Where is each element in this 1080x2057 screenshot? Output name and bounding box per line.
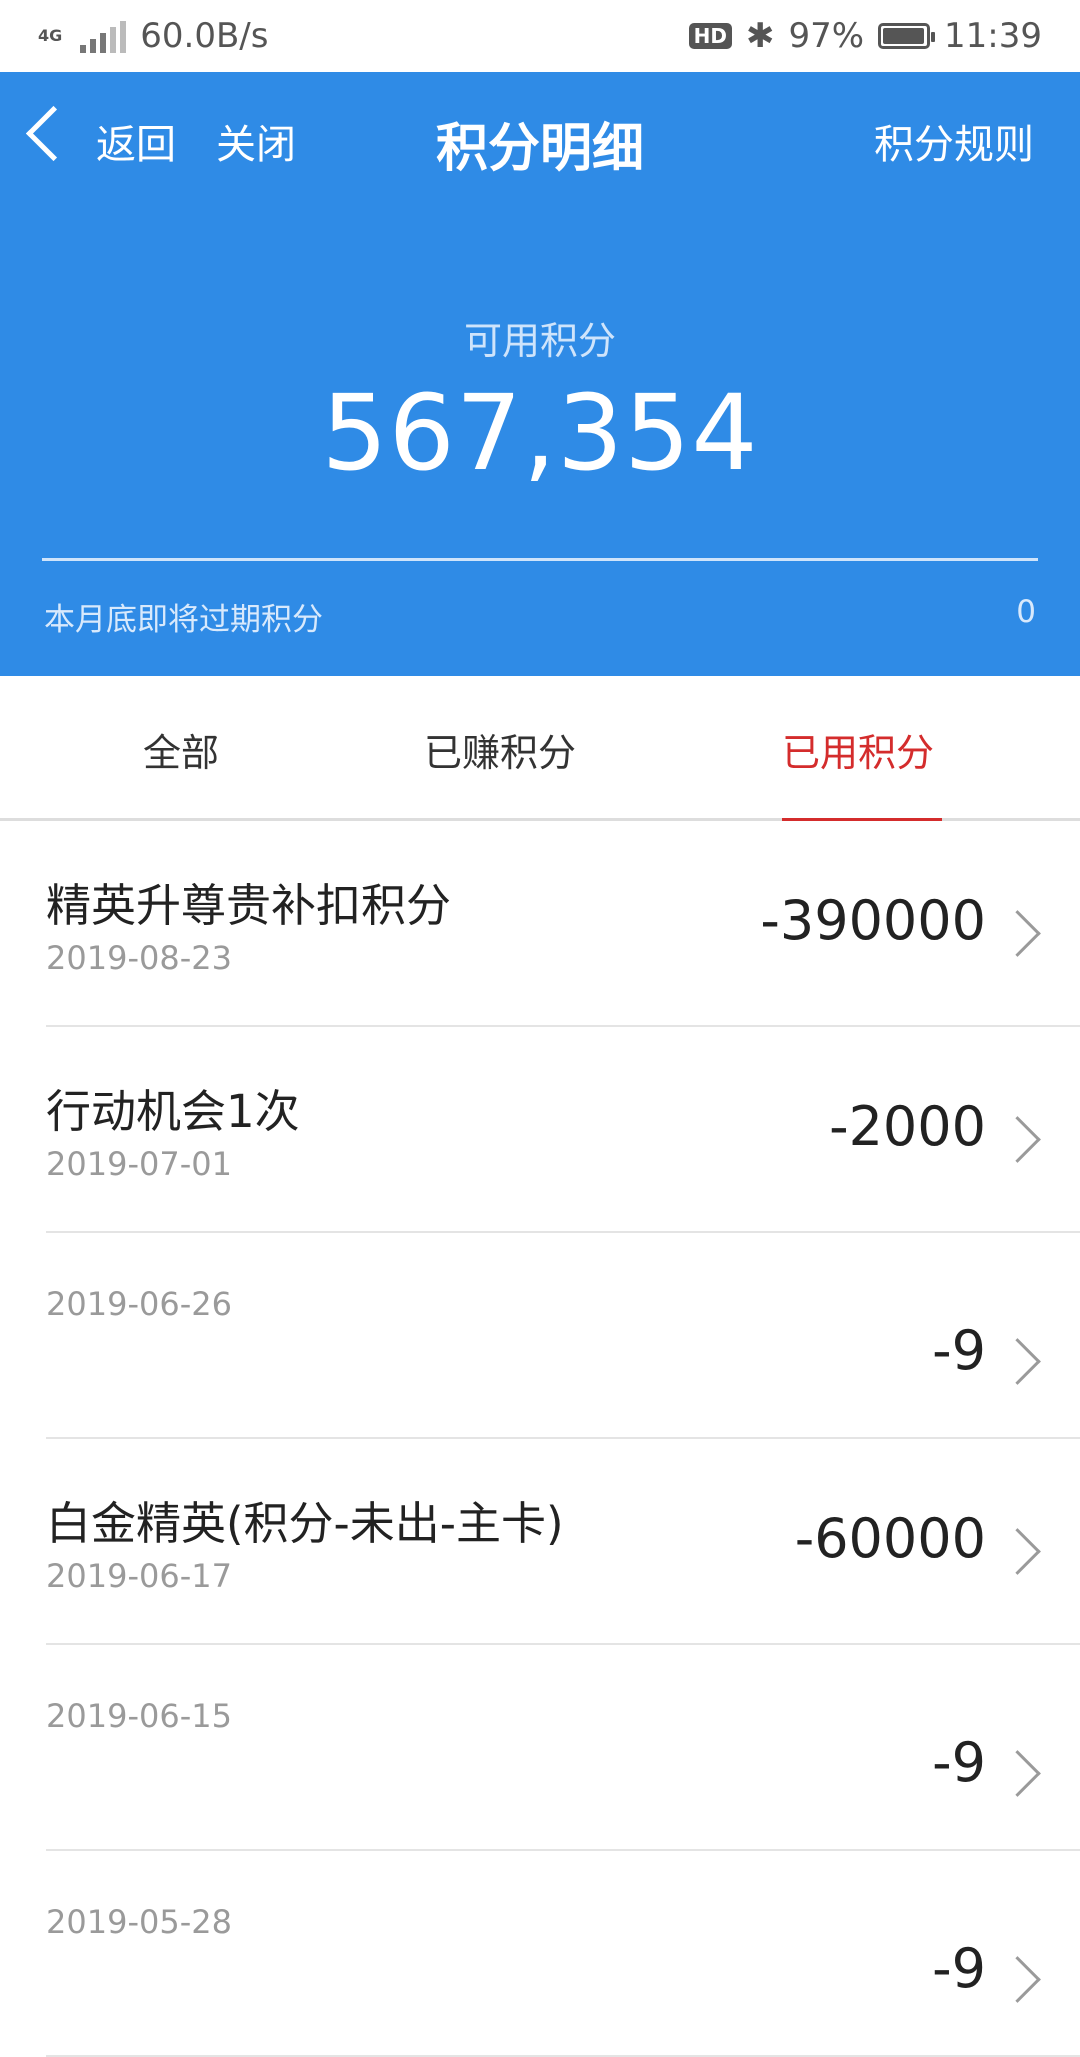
list-item[interactable]: 精英升尊贵补扣积分 2019-08-23 -390000 xyxy=(46,821,1080,1027)
record-date: 2019-05-28 xyxy=(46,1903,232,1941)
expiring-points-value: 0 xyxy=(1016,594,1036,630)
chevron-right-icon xyxy=(994,1528,1041,1575)
record-amount: -390000 xyxy=(760,889,986,952)
record-date: 2019-06-17 xyxy=(46,1557,232,1595)
header-divider xyxy=(42,558,1038,561)
status-right: HD ✱ 97% 11:39 xyxy=(688,16,1042,56)
points-header: 返回 关闭 积分明细 积分规则 可用积分 567,354 本月底即将过期积分 0 xyxy=(0,72,1080,676)
list-item[interactable]: 白金精英(积分-未出-主卡) 2019-06-17 -60000 xyxy=(46,1439,1080,1645)
network-speed: 60.0B/s xyxy=(140,16,269,56)
hd-icon: HD xyxy=(688,23,732,49)
signal-icon xyxy=(80,19,127,53)
record-amount: -9 xyxy=(932,1937,986,2000)
chevron-right-icon xyxy=(994,1116,1041,1163)
status-bar: 4G 60.0B/s HD ✱ 97% 11:39 xyxy=(0,0,1080,72)
expiring-points-label: 本月底即将过期积分 xyxy=(44,602,323,638)
points-rules-link[interactable]: 积分规则 xyxy=(874,112,1034,170)
nav-bar: 返回 关闭 积分明细 积分规则 xyxy=(0,72,1080,197)
bluetooth-icon: ✱ xyxy=(745,16,775,56)
filter-tabs: 全部 已赚积分 已用积分 xyxy=(0,676,1080,821)
status-left: 4G 60.0B/s xyxy=(38,16,268,56)
list-item[interactable]: 2019-06-15 -9 xyxy=(46,1645,1080,1851)
record-amount: -2000 xyxy=(829,1095,986,1158)
record-amount: -9 xyxy=(932,1731,986,1794)
record-date: 2019-06-26 xyxy=(46,1285,232,1323)
record-title: 白金精英(积分-未出-主卡) xyxy=(46,1497,564,1550)
chevron-right-icon xyxy=(994,1338,1041,1385)
chevron-right-icon xyxy=(994,1750,1041,1797)
network-type: 4G xyxy=(38,26,63,45)
record-date: 2019-07-01 xyxy=(46,1145,232,1183)
tab-earned-points[interactable]: 已赚积分 xyxy=(424,722,576,777)
tab-used-points[interactable]: 已用积分 xyxy=(782,722,934,777)
available-points-value: 567,354 xyxy=(321,372,759,494)
available-points-label: 可用积分 xyxy=(463,319,616,363)
tab-all[interactable]: 全部 xyxy=(143,722,219,777)
record-title: 精英升尊贵补扣积分 xyxy=(46,879,452,932)
list-item[interactable]: 2019-06-26 -9 xyxy=(46,1233,1080,1439)
record-title: 行动机会1次 xyxy=(46,1085,300,1138)
record-amount: -9 xyxy=(932,1319,986,1382)
chevron-right-icon xyxy=(994,910,1041,957)
battery-icon xyxy=(878,23,936,49)
record-amount: -60000 xyxy=(794,1507,986,1570)
record-date: 2019-06-15 xyxy=(46,1697,232,1735)
clock: 11:39 xyxy=(944,16,1042,56)
battery-percent: 97% xyxy=(788,16,865,56)
record-date: 2019-08-23 xyxy=(46,939,232,977)
list-item[interactable]: 2019-05-28 -9 xyxy=(46,1851,1080,2057)
chevron-right-icon xyxy=(994,1956,1041,2003)
points-record-list: 精英升尊贵补扣积分 2019-08-23 -390000 行动机会1次 2019… xyxy=(0,821,1080,2057)
list-item[interactable]: 行动机会1次 2019-07-01 -2000 xyxy=(46,1027,1080,1233)
